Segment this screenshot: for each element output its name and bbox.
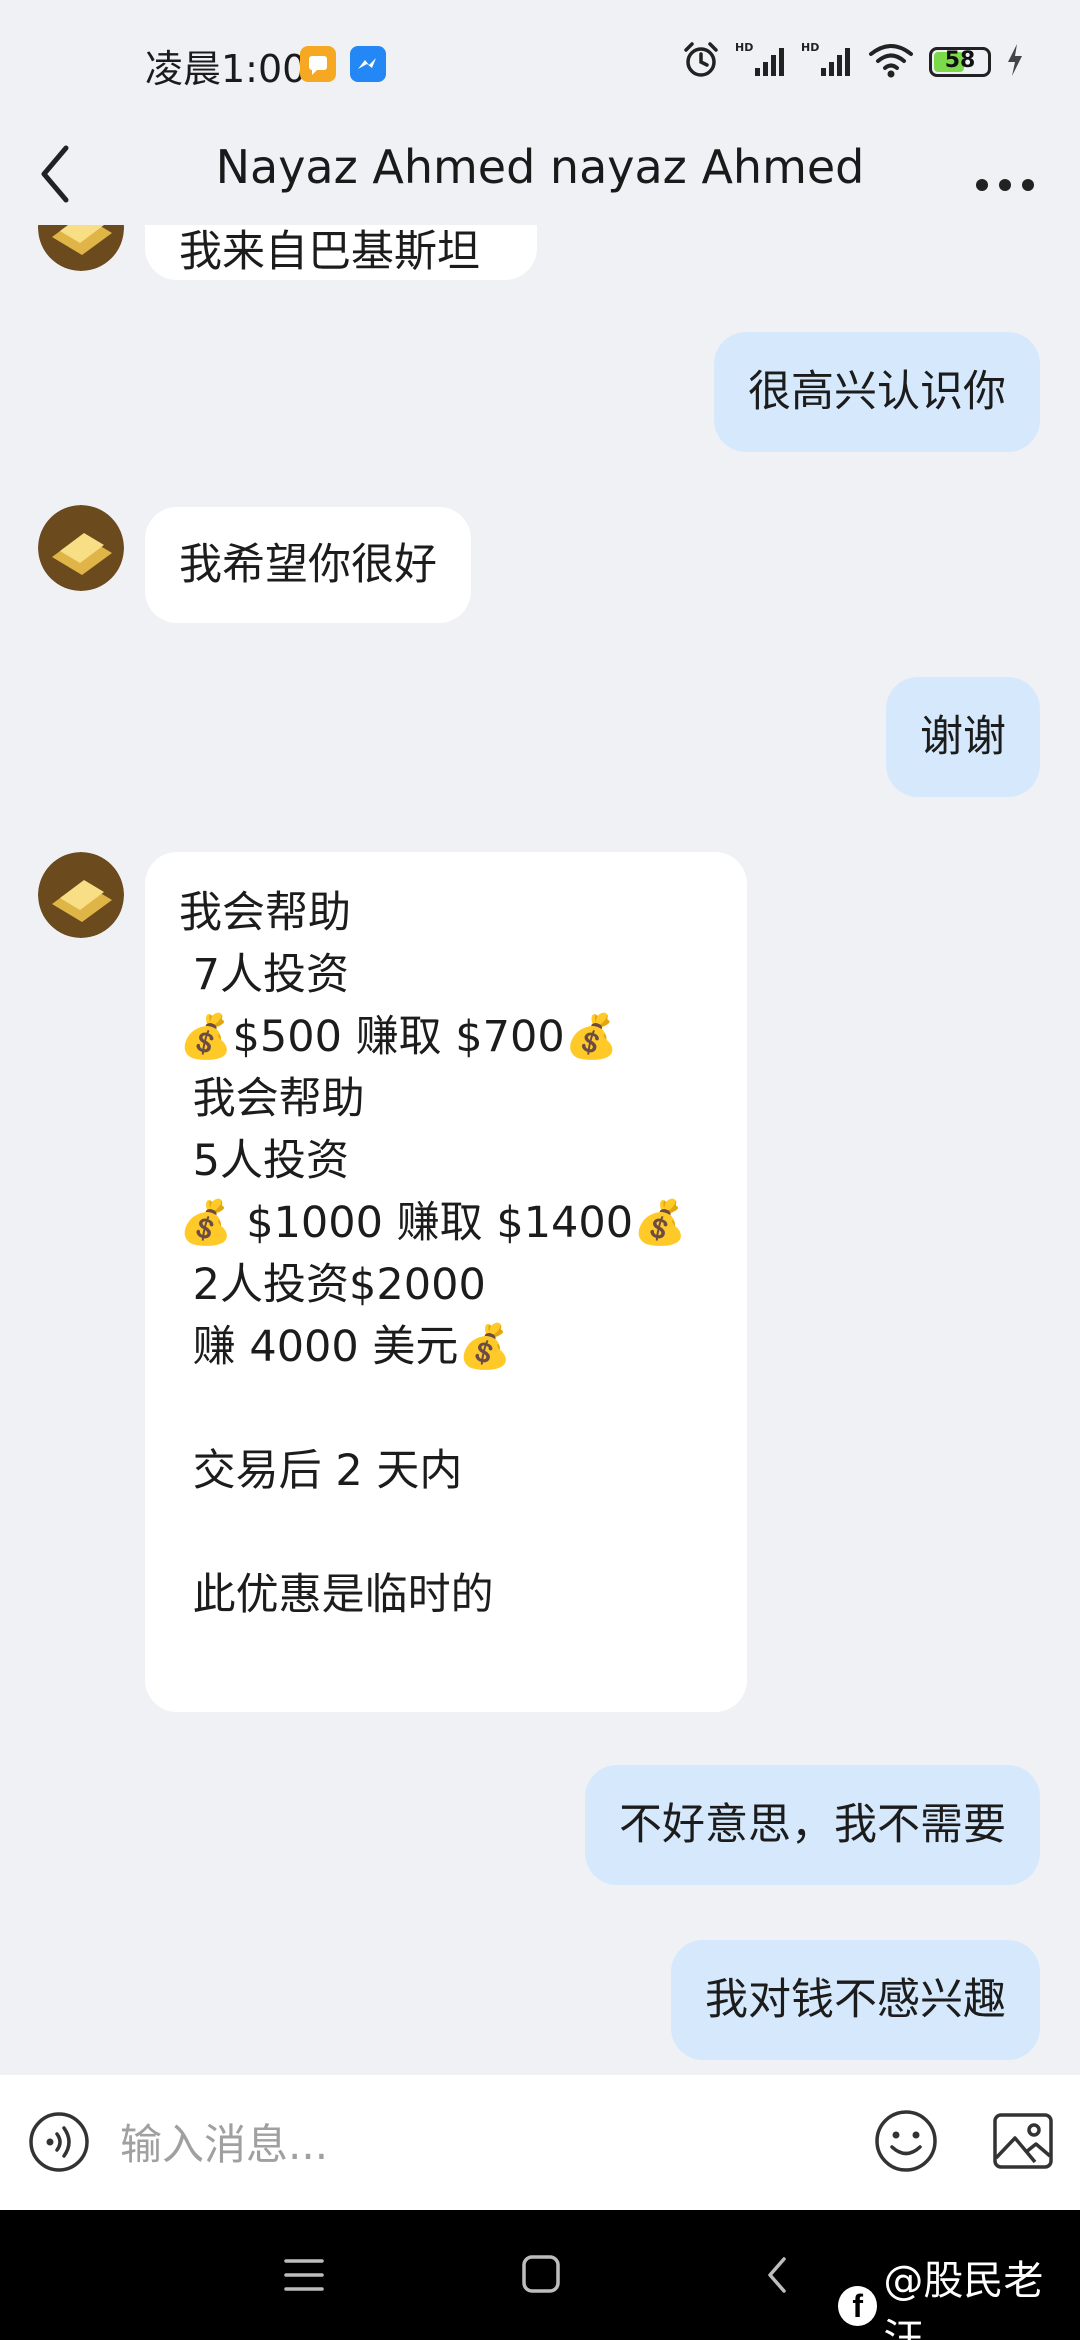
message-text: 💰 $1000 赚取 $1400💰 bbox=[179, 1198, 687, 1248]
emoji-icon bbox=[875, 2110, 937, 2172]
message-composer bbox=[0, 2075, 1080, 2210]
svg-text:HD: HD bbox=[735, 41, 753, 54]
watermark-text: @股民老汪 bbox=[883, 2258, 1044, 2340]
wifi-icon bbox=[867, 40, 915, 84]
chat-header: Nayaz Ahmed nayaz Ahmed bbox=[0, 120, 1080, 230]
svg-text:HD: HD bbox=[801, 41, 819, 54]
voice-icon bbox=[29, 2112, 89, 2172]
message-text: 交易后 2 天内 bbox=[179, 1446, 463, 1496]
message-text: 7人投资 bbox=[179, 950, 350, 1000]
home-icon bbox=[522, 2255, 560, 2293]
notification-app-icon bbox=[300, 46, 336, 82]
message-text: 我会帮助 bbox=[179, 888, 351, 938]
more-options-button[interactable] bbox=[960, 140, 1050, 210]
message-text: 此优惠是临时的 bbox=[179, 1570, 494, 1620]
message-text: 谢谢 bbox=[920, 712, 1006, 762]
chevron-left-icon bbox=[41, 145, 69, 203]
emoji-button[interactable] bbox=[873, 2108, 939, 2174]
message-bubble-incoming[interactable]: 我会帮助 7人投资 💰$500 赚取 $700💰 我会帮助 5人投资 💰 $10… bbox=[145, 852, 747, 1712]
message-text: 我希望你很好 bbox=[179, 540, 437, 590]
image-icon bbox=[993, 2113, 1053, 2169]
signal-hd-icon: HD bbox=[801, 40, 853, 84]
voice-button[interactable] bbox=[28, 2111, 90, 2173]
recent-apps-button[interactable] bbox=[282, 2255, 326, 2295]
status-bar: 凌晨1:00 HD HD 58 bbox=[0, 0, 1080, 130]
message-bubble-outgoing[interactable]: 我对钱不感兴趣 bbox=[671, 1940, 1040, 2060]
message-text: 我会帮助 bbox=[179, 1074, 365, 1124]
message-bubble-outgoing[interactable]: 很高兴认识你 bbox=[714, 332, 1040, 452]
charging-icon bbox=[1005, 42, 1025, 82]
message-bubble-outgoing[interactable]: 谢谢 bbox=[886, 677, 1040, 797]
contact-avatar[interactable] bbox=[38, 225, 124, 271]
watermark: f @股民老汪 bbox=[838, 2248, 1080, 2340]
facebook-icon: f bbox=[838, 2286, 878, 2326]
home-button[interactable] bbox=[520, 2253, 562, 2295]
back-button[interactable] bbox=[30, 130, 110, 220]
status-time: 凌晨1:00 bbox=[145, 47, 307, 91]
chat-screen: 凌晨1:00 HD HD 58 Nayaz Ahmed nayaz Ahmed … bbox=[0, 0, 1080, 2340]
message-bubble-incoming[interactable]: 我希望你很好 bbox=[145, 507, 471, 623]
message-text: 💰$500 赚取 $700💰 bbox=[179, 1012, 619, 1062]
battery-level: 58 bbox=[944, 48, 976, 73]
message-text: 2人投资$2000 bbox=[179, 1260, 486, 1310]
message-text: 赚 4000 美元💰 bbox=[179, 1322, 512, 1372]
page-title: Nayaz Ahmed nayaz Ahmed bbox=[215, 140, 865, 194]
contact-avatar[interactable] bbox=[38, 505, 124, 591]
message-text: 我来自巴基斯坦 bbox=[179, 227, 480, 277]
message-bubble-outgoing[interactable]: 不好意思，我不需要 bbox=[585, 1765, 1040, 1885]
image-button[interactable] bbox=[990, 2108, 1056, 2174]
alarm-icon bbox=[681, 40, 721, 84]
message-text: 很高兴认识你 bbox=[748, 367, 1006, 417]
signal-hd-icon: HD bbox=[735, 40, 787, 84]
message-list: 我来自巴基斯坦 很高兴认识你 我希望你很好 谢谢 我会帮助 7人投资 💰$500… bbox=[0, 225, 1080, 2075]
status-right-icons: HD HD 58 bbox=[681, 40, 1025, 84]
message-text: 不好意思，我不需要 bbox=[619, 1800, 1006, 1850]
message-text: 我对钱不感兴趣 bbox=[705, 1975, 1006, 2025]
system-nav-bar: f @股民老汪 bbox=[0, 2210, 1080, 2340]
back-arrow-icon bbox=[768, 2257, 786, 2293]
battery-icon: 58 bbox=[929, 47, 991, 77]
message-bubble-incoming[interactable]: 我来自巴基斯坦 bbox=[145, 225, 537, 280]
messenger-app-icon bbox=[350, 46, 386, 82]
more-dots-icon bbox=[976, 179, 1034, 191]
menu-icon bbox=[284, 2259, 324, 2291]
message-input[interactable] bbox=[118, 2103, 822, 2185]
system-back-button[interactable] bbox=[760, 2253, 796, 2297]
message-text: 5人投资 bbox=[179, 1136, 350, 1186]
contact-avatar[interactable] bbox=[38, 852, 124, 938]
